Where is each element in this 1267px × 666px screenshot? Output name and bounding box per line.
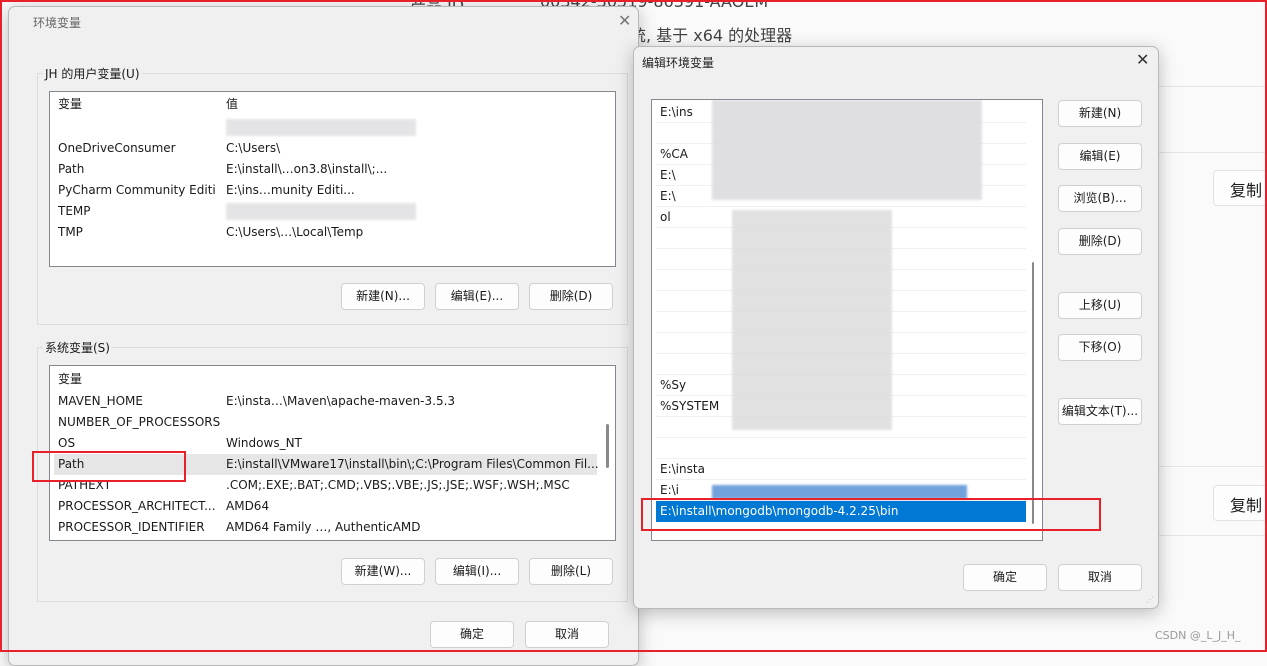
watermark: CSDN @_L_J_H_ bbox=[1155, 629, 1241, 642]
user-vars-list[interactable]: 变量 值 OneDrive OneDriveConsumer C:\Users\ … bbox=[49, 91, 616, 267]
column-header-variable[interactable]: 变量 bbox=[58, 94, 223, 115]
var-name: NUMBER_OF_PROCESSORS bbox=[58, 415, 221, 429]
panel-divider bbox=[1158, 535, 1267, 536]
var-value: Windows_NT bbox=[226, 436, 302, 450]
copy-button[interactable]: 复制 bbox=[1213, 170, 1267, 206]
move-up-button[interactable]: 上移(U) bbox=[1058, 292, 1142, 319]
user-vars-label: JH 的用户变量(U) bbox=[43, 65, 142, 82]
env-variables-dialog: 环境变量 ✕ JH 的用户变量(U) 变量 值 OneDrive OneDriv… bbox=[8, 6, 639, 666]
system-vars-label: 系统变量(S) bbox=[43, 339, 112, 356]
var-name: OneDrive bbox=[58, 120, 115, 134]
var-name: OneDriveConsumer bbox=[58, 141, 176, 155]
privacy-blur bbox=[712, 485, 967, 499]
var-value: E:\insta…\Maven\apache-maven-3.5.3 bbox=[226, 394, 456, 408]
table-row[interactable]: Path E:\install\…on3.8\install\;... bbox=[54, 159, 597, 180]
var-name: PyCharm Community Editi bbox=[58, 183, 216, 197]
new-button[interactable]: 新建(N) bbox=[1058, 100, 1142, 127]
copy-button[interactable]: 复制 bbox=[1213, 485, 1267, 521]
list-header: 变量 bbox=[54, 369, 597, 390]
ok-button[interactable]: 确定 bbox=[963, 564, 1047, 591]
path-entry[interactable] bbox=[656, 438, 1026, 459]
table-row[interactable]: OneDriveConsumer C:\Users\ bbox=[54, 138, 597, 159]
user-delete-button[interactable]: 删除(D) bbox=[529, 283, 613, 310]
var-name: TMP bbox=[58, 225, 83, 239]
delete-button[interactable]: 删除(D) bbox=[1058, 228, 1142, 255]
edit-text-button[interactable]: 编辑文本(T)... bbox=[1058, 398, 1142, 425]
move-down-button[interactable]: 下移(O) bbox=[1058, 334, 1142, 361]
column-header-value[interactable]: 值 bbox=[226, 94, 238, 115]
scrollbar-thumb[interactable] bbox=[1032, 262, 1034, 524]
var-value: C:\Users\…\Local\Temp bbox=[226, 225, 364, 239]
close-icon[interactable]: ✕ bbox=[1136, 50, 1149, 69]
table-row[interactable]: PyCharm Community Editi E:\ins…munity Edi… bbox=[54, 180, 597, 201]
system-new-button[interactable]: 新建(W)... bbox=[341, 558, 425, 585]
scrollbar-thumb[interactable] bbox=[606, 424, 609, 468]
path-entries-list[interactable]: E:\install\mongodb\mongodb-4.2.25\bin E:\… bbox=[651, 99, 1043, 541]
cancel-button[interactable]: 取消 bbox=[525, 621, 609, 648]
dialog-title: 编辑环境变量 bbox=[642, 56, 715, 70]
cancel-button[interactable]: 取消 bbox=[1058, 564, 1142, 591]
user-new-button[interactable]: 新建(N)... bbox=[341, 283, 425, 310]
system-delete-button[interactable]: 删除(L) bbox=[529, 558, 613, 585]
var-value: C:\Users\ bbox=[226, 141, 281, 155]
var-value: E:\install\VMware17\install\bin\;C:\Prog… bbox=[226, 457, 599, 471]
list-header: 变量 值 bbox=[54, 94, 597, 115]
highlight-box-mongodb bbox=[641, 498, 1101, 531]
var-value: .COM;.EXE;.BAT;.CMD;.VBS;.VBE;.JS;.JSE;.… bbox=[226, 478, 570, 492]
resize-grip-icon[interactable]: ⋰ bbox=[1146, 595, 1154, 604]
table-row[interactable]: TEMP bbox=[54, 201, 597, 222]
highlight-box-path bbox=[32, 451, 186, 482]
privacy-blur bbox=[226, 119, 416, 136]
table-row[interactable]: PROCESSOR_IDENTIFIER AMD64 Family …, Auth… bbox=[54, 517, 597, 538]
panel-divider bbox=[1158, 86, 1267, 87]
close-icon[interactable]: ✕ bbox=[618, 11, 631, 30]
privacy-blur bbox=[712, 100, 982, 200]
system-type: 统, 基于 x64 的处理器 bbox=[630, 26, 793, 45]
edit-button[interactable]: 编辑(E) bbox=[1058, 143, 1142, 170]
var-name: PROCESSOR_ARCHITECT... bbox=[58, 499, 216, 513]
table-row[interactable]: MAVEN_HOME E:\insta…\Maven\apache-maven-3… bbox=[54, 391, 597, 412]
browse-button[interactable]: 浏览(B)... bbox=[1058, 185, 1142, 212]
column-header-variable[interactable]: 变量 bbox=[58, 369, 223, 390]
panel-divider bbox=[1158, 152, 1267, 153]
panel-divider bbox=[1158, 466, 1267, 467]
var-value: AMD64 bbox=[226, 499, 270, 513]
user-edit-button[interactable]: 编辑(E)... bbox=[435, 283, 519, 310]
var-value: E:\ins…munity Editi... bbox=[226, 183, 355, 197]
table-row[interactable]: NUMBER_OF_PROCESSORS bbox=[54, 412, 597, 433]
path-entry[interactable]: E:\insta bbox=[656, 459, 1026, 480]
var-value: E:\install\…on3.8\install\;... bbox=[226, 162, 388, 176]
var-value: AMD64 Family …, AuthenticAMD bbox=[226, 520, 421, 534]
privacy-blur bbox=[732, 210, 892, 430]
system-edit-button[interactable]: 编辑(I)... bbox=[435, 558, 519, 585]
var-name: MAVEN_HOME bbox=[58, 394, 143, 408]
var-name: TEMP bbox=[58, 204, 91, 218]
dialog-title: 环境变量 bbox=[33, 16, 82, 30]
var-name: PROCESSOR_IDENTIFIER bbox=[58, 520, 205, 534]
table-row[interactable]: PROCESSOR_ARCHITECT... AMD64 bbox=[54, 496, 597, 517]
ok-button[interactable]: 确定 bbox=[430, 621, 514, 648]
table-row[interactable]: TMP C:\Users\…\Local\Temp bbox=[54, 222, 597, 243]
var-name: Path bbox=[58, 162, 85, 176]
